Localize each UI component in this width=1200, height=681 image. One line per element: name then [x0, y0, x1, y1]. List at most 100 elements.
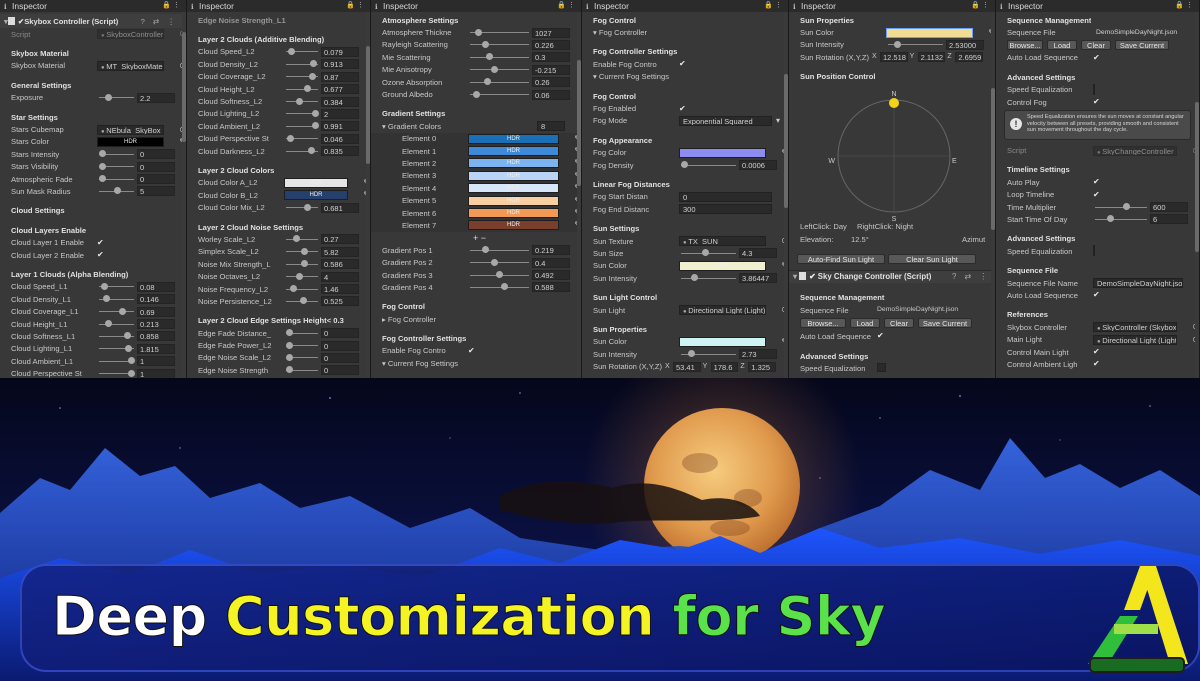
value-field[interactable]: 600 — [1150, 202, 1188, 213]
slider-knob[interactable] — [287, 134, 295, 142]
color-swatch[interactable] — [886, 27, 973, 38]
load-button[interactable]: Load — [1047, 40, 1077, 51]
component-enabled-check-icon[interactable]: ✔ — [809, 272, 818, 281]
component-header[interactable]: ▾ ✔ Skybox Controller (Script)? ⇄ ⋮ — [0, 14, 186, 28]
scrollbar-thumb[interactable] — [1195, 102, 1199, 252]
row-fog-density[interactable]: Fog Density 0.0006 — [582, 159, 788, 171]
tab-lock-menu-icon[interactable]: 🔒⋮ — [162, 0, 182, 12]
row-sequence-file-name[interactable]: Sequence File Name DemoSimpleDayNight.jso… — [996, 277, 1199, 289]
slider-knob[interactable] — [99, 175, 106, 183]
row-cloud-coverage-l1[interactable]: Cloud Coverage_L1 0.69 — [0, 305, 186, 317]
slider-knob[interactable] — [128, 357, 135, 365]
row-cloud-softness-l2[interactable]: Cloud Softness_L2 0.384 — [187, 95, 370, 107]
value-field[interactable]: 0.4 — [532, 257, 570, 268]
clear-button[interactable]: Clear — [884, 318, 914, 328]
checkbox[interactable]: ✔ — [679, 104, 686, 113]
row-control-ambient-ligh[interactable]: Control Ambient Ligh ✔ — [996, 358, 1199, 370]
value-field[interactable]: 2.53000 — [946, 39, 984, 50]
scrollbar-thumb[interactable] — [784, 74, 788, 208]
row-element-3[interactable]: Element 3 HDR✎ — [371, 169, 581, 183]
color-swatch[interactable]: HDR — [468, 133, 559, 144]
row-sun-intensity[interactable]: Sun Intensity 3.86447 — [582, 272, 788, 284]
row-sun-intensity[interactable]: Sun Intensity 2.73 — [582, 348, 788, 360]
clear-button[interactable]: Clear — [1081, 40, 1111, 51]
row-element-7[interactable]: Element 7 HDR✎ — [371, 219, 581, 232]
row-mie-anisotropy[interactable]: Mie Anisotropy -0.215 — [371, 64, 581, 76]
value-field[interactable]: 0.991 — [321, 121, 359, 132]
slider-track[interactable] — [286, 238, 318, 240]
row-sun-mask-radius[interactable]: Sun Mask Radius 5 — [0, 185, 186, 197]
row-atmosphere-thickne[interactable]: Atmosphere Thickne 1027 — [371, 26, 581, 38]
slider-knob[interactable] — [128, 369, 135, 377]
slider-knob[interactable] — [125, 344, 133, 352]
object-field[interactable]: ● NEbula_SkyBox — [97, 124, 164, 135]
checkbox[interactable]: ✔ — [1093, 53, 1100, 62]
row-script[interactable]: Script ● SkyChangeController⊙ — [996, 144, 1199, 156]
slider-knob[interactable] — [293, 235, 301, 243]
row-worley-scale-l2[interactable]: Worley Scale_L2 0.27 — [187, 233, 370, 245]
object-field[interactable]: ● SkyController (Skybox C — [1093, 322, 1177, 333]
color-swatch[interactable]: HDR — [284, 190, 348, 201]
checkbox[interactable]: ✔ — [468, 346, 475, 355]
inspector-tab[interactable]: ℹ Inspector 🔒⋮ — [996, 0, 1199, 12]
slider-knob[interactable] — [894, 40, 902, 48]
value-field[interactable]: 0.26 — [532, 77, 570, 88]
tab-lock-menu-icon[interactable]: 🔒⋮ — [346, 0, 366, 12]
row-cloud-speed-l2[interactable]: Cloud Speed_L2 0.079 — [187, 46, 370, 58]
chevron-down-icon[interactable]: ▾ — [776, 116, 780, 125]
color-swatch[interactable] — [679, 147, 766, 158]
row-ozone-absorption[interactable]: Ozone Absorption 0.26 — [371, 76, 581, 88]
value-field[interactable]: 5.82 — [321, 246, 359, 257]
row-gradient-colors[interactable]: ▾ Gradient Colors 8 — [371, 120, 581, 132]
tab-lock-menu-icon[interactable]: 🔒⋮ — [557, 0, 577, 12]
row-speed-equalization[interactable]: Speed Equalization — [996, 245, 1199, 257]
slider-knob[interactable] — [296, 272, 304, 280]
row-simplex-scale-l2[interactable]: Simplex Scale_L2 5.82 — [187, 246, 370, 258]
slider-track[interactable] — [1095, 206, 1147, 208]
row-noise-persistence-l2[interactable]: Noise Persistence_L2 0.525 — [187, 295, 370, 307]
slider-knob[interactable] — [299, 297, 307, 305]
slider-track[interactable] — [99, 311, 134, 313]
row-time-multiplier[interactable]: Time Multiplier 600 — [996, 201, 1199, 213]
row-cloud-darkness-l2[interactable]: Cloud Darkness_L2 0.835 — [187, 145, 370, 157]
text-field[interactable]: DemoSimpleDayNight.json — [1093, 28, 1183, 38]
slider-knob[interactable] — [303, 85, 311, 93]
value-field[interactable]: 0.87 — [321, 71, 359, 82]
save-current-button[interactable]: Save Current — [918, 318, 972, 328]
inspector-tab[interactable]: ℹ Inspector 🔒⋮ — [0, 0, 186, 12]
row-stars-intensity[interactable]: Stars Intensity 0 — [0, 148, 186, 160]
panel-scrollbar[interactable] — [366, 12, 370, 378]
sun-marker-icon[interactable] — [889, 98, 899, 108]
row-edge-fade-distance[interactable]: Edge Fade Distance_ 0 — [187, 327, 370, 339]
row-exposure[interactable]: Exposure 2.2 — [0, 92, 186, 104]
object-field[interactable]: ● Directional Light (Light) — [679, 305, 766, 315]
slider-knob[interactable] — [1106, 215, 1114, 223]
slider-knob[interactable] — [123, 332, 131, 340]
row-control-fog[interactable]: Control Fog ✔ — [996, 96, 1199, 108]
checkbox[interactable]: ✔ — [679, 59, 686, 68]
row-enable-fog-contro[interactable]: Enable Fog Contro ✔ — [582, 58, 788, 70]
slider-knob[interactable] — [681, 161, 689, 169]
row-element-1[interactable]: Element 1 HDR✎ — [371, 144, 581, 158]
slider-knob[interactable] — [481, 246, 489, 254]
row-auto-load-sequence[interactable]: Auto Load Sequence ✔ — [996, 289, 1199, 301]
auto-find-sun-light-button[interactable]: Auto-Find Sun Light — [797, 254, 885, 264]
rotation-z-field[interactable]: 2.6959 — [955, 52, 983, 63]
slider-knob[interactable] — [289, 285, 297, 292]
value-field[interactable]: 0.525 — [321, 296, 359, 307]
object-field[interactable]: ● SkyboxController — [97, 29, 164, 40]
value-field[interactable]: 1 — [137, 368, 175, 378]
object-field[interactable]: ● SkyChangeController — [1093, 145, 1177, 156]
row-skybox-controller[interactable]: Skybox Controller ● SkyController (Skybox… — [996, 321, 1199, 333]
row-row[interactable]: + − — [371, 232, 581, 244]
value-field[interactable]: 2.73 — [739, 349, 777, 360]
slider-knob[interactable] — [103, 295, 111, 303]
row-element-6[interactable]: Element 6 HDR✎ — [371, 206, 581, 220]
row-mie-scattering[interactable]: Mie Scattering 0.3 — [371, 51, 581, 63]
slider-knob[interactable] — [105, 93, 113, 101]
row-cloud-color-mix-l2[interactable]: Cloud Color Mix_L2 0.681 — [187, 201, 370, 213]
value-field[interactable]: 0.08 — [137, 281, 175, 292]
row-cloud-layer-2-enable[interactable]: Cloud Layer 2 Enable ✔ — [0, 249, 186, 261]
text-field[interactable]: 8 — [537, 121, 565, 132]
slider-knob[interactable] — [286, 329, 293, 337]
